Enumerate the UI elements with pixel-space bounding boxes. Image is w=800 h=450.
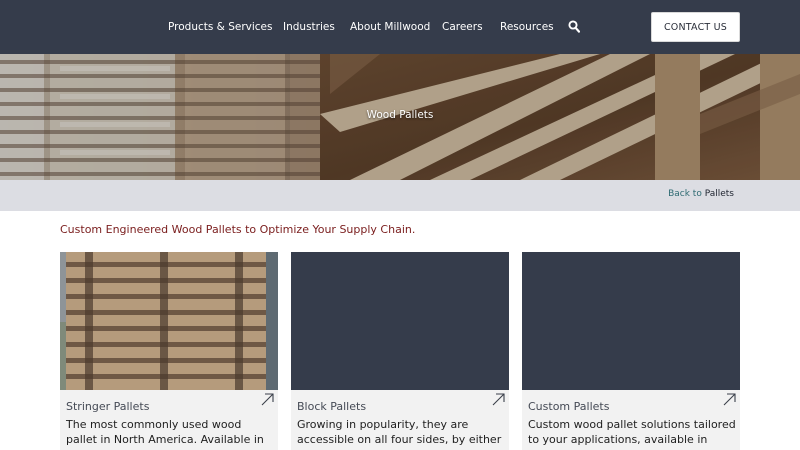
card-description: Custom wood pallet solutions tailored to… [528, 418, 736, 450]
intro-heading: Custom Engineered Wood Pallets to Optimi… [60, 223, 416, 236]
nav-item-about[interactable]: About Millwood [350, 21, 430, 33]
nav-item-products-services[interactable]: Products & Services [168, 21, 272, 33]
card-stringer-pallets[interactable]: Stringer Pallets The most commonly used … [60, 252, 278, 450]
breadcrumb-back: Back to Pallets [668, 189, 734, 199]
card-image-placeholder [291, 252, 509, 390]
card-description: Growing in popularity, they are accessib… [297, 418, 502, 446]
card-title: Block Pallets [297, 400, 367, 413]
search-icon[interactable] [568, 20, 580, 33]
nav-item-resources[interactable]: Resources [500, 21, 554, 33]
arrow-up-right-icon [492, 393, 505, 406]
contact-us-button[interactable]: CONTACT US [651, 12, 740, 42]
card-title: Stringer Pallets [66, 400, 150, 413]
breadcrumb-link-pallets[interactable]: Pallets [705, 189, 734, 199]
stringer-pallets-image [60, 252, 278, 390]
nav-item-careers[interactable]: Careers [442, 21, 483, 33]
card-block-pallets[interactable]: Block Pallets Growing in popularity, the… [291, 252, 509, 450]
nav-item-industries[interactable]: Industries [283, 21, 335, 33]
card-description: The most commonly used wood pallet in No… [66, 418, 264, 450]
site-header: Products & Services Industries About Mil… [0, 0, 800, 54]
card-image [60, 252, 278, 390]
card-image-placeholder [522, 252, 740, 390]
card-title: Custom Pallets [528, 400, 610, 413]
hero-banner: Wood Pallets [0, 54, 800, 180]
card-custom-pallets[interactable]: Custom Pallets Custom wood pallet soluti… [522, 252, 740, 450]
breadcrumb-prefix: Back to [668, 189, 705, 199]
arrow-up-right-icon [261, 393, 274, 406]
hero-title: Wood Pallets [366, 109, 434, 121]
arrow-up-right-icon [723, 393, 736, 406]
breadcrumb: Back to Pallets [0, 180, 800, 211]
